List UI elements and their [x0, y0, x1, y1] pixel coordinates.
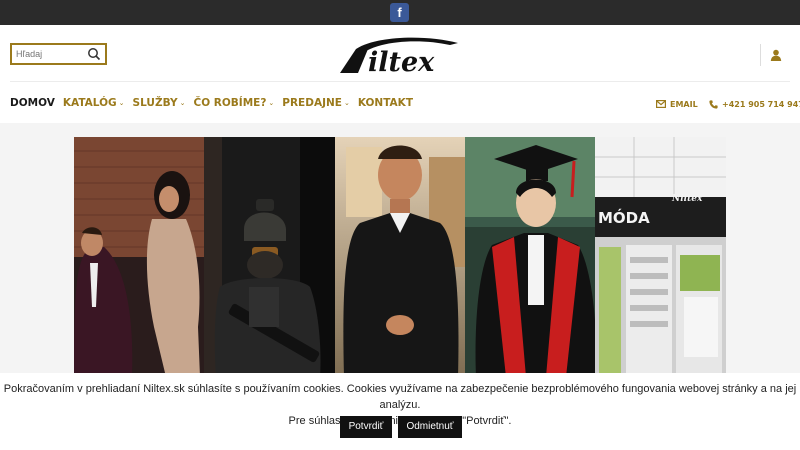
accept-cookies-button[interactable]: Potvrdiť: [340, 416, 392, 438]
chevron-down-icon: ⌄: [179, 99, 186, 107]
nav-item-kontakt[interactable]: KONTAKT: [358, 96, 413, 110]
main-nav: DOMOV KATALÓG ⌄ SLUŽBY ⌄ ČO ROBÍME? ⌄ PREDA…: [10, 96, 421, 110]
store-sign-text: MÓDA: [598, 208, 650, 227]
header-divider: [10, 81, 790, 82]
phone-link[interactable]: +421 905 714 947: [709, 98, 800, 110]
search-input[interactable]: [16, 47, 86, 61]
search-icon[interactable]: [87, 47, 101, 61]
account-button[interactable]: [760, 44, 790, 66]
nav-item-co-robime[interactable]: ČO ROBÍME? ⌄: [193, 96, 274, 110]
store-logo-text: Niltex: [671, 194, 703, 204]
phone-label: +421 905 714 947: [722, 99, 800, 109]
hero-banner[interactable]: MÓDA Niltex: [74, 137, 726, 377]
judge-robe-photo: [335, 137, 465, 377]
cookie-text-line-1: Pokračovaním v prehliadaní Niltex.sk súh…: [3, 383, 797, 411]
niltex-logo[interactable]: iltex: [338, 33, 462, 75]
site-header: iltex DOMOV KATALÓG⌄ SLUŽBY⌄ ČO ROBÍME?⌄…: [0, 25, 800, 123]
chevron-down-icon: ⌄: [118, 99, 125, 107]
email-label: EMAIL: [670, 99, 698, 109]
cookie-consent-bar: Pokračovaním v prehliadaní Niltex.sk súh…: [0, 373, 800, 450]
user-icon: [770, 49, 782, 61]
graduate-gown-photo: [465, 137, 597, 377]
moda-store-photo: MÓDA Niltex: [595, 137, 726, 377]
nav-item-predajne[interactable]: PREDAJNE ⌄: [282, 96, 350, 110]
facebook-icon[interactable]: f: [390, 3, 409, 22]
reject-cookies-button[interactable]: Odmietnuť: [398, 416, 462, 438]
chevron-down-icon: ⌄: [268, 99, 275, 107]
tactical-soldier-photo: [204, 137, 335, 377]
top-bar: f: [0, 0, 800, 25]
chevron-down-icon: ⌄: [343, 99, 350, 107]
couple-formal-photo: [74, 137, 204, 377]
nav-item-sluzby[interactable]: SLUŽBY ⌄: [133, 96, 186, 110]
envelope-icon: [656, 100, 666, 108]
nav-item-domov[interactable]: DOMOV: [10, 96, 55, 110]
nav-item-katalog[interactable]: KATALÓG ⌄: [63, 96, 125, 110]
search-box: [10, 43, 107, 65]
svg-text:iltex: iltex: [368, 47, 435, 75]
email-link[interactable]: EMAIL: [656, 98, 698, 110]
phone-icon: [709, 99, 718, 109]
hero-collage: MÓDA Niltex: [74, 137, 726, 377]
